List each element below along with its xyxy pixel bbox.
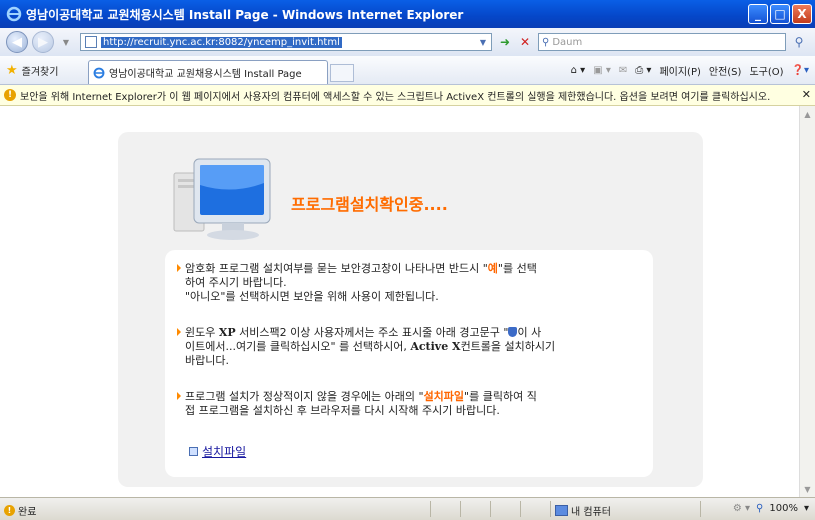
- stop-button-icon[interactable]: ✕: [516, 33, 534, 51]
- back-button[interactable]: ◀: [6, 31, 28, 53]
- maximize-button[interactable]: □: [770, 4, 790, 24]
- warning-shield-icon: !: [4, 89, 16, 101]
- feeds-icon[interactable]: ▣ ▾: [593, 65, 611, 76]
- scroll-down-icon[interactable]: ▼: [800, 481, 815, 497]
- install-panel: 프로그램설치확인중.... 암호화 프로그램 설치여부를 묻는 보안경고창이 나…: [118, 132, 703, 487]
- zoom-icon: ⚲: [756, 503, 764, 514]
- bullet-icon: [177, 264, 181, 272]
- notice-2-line-3: 바랍니다.: [185, 354, 229, 367]
- search-icon: ⚲: [542, 36, 550, 48]
- window-titlebar[interactable]: 영남이공대학교 교원채용시스템 Install Page - Windows I…: [0, 0, 815, 28]
- notice-1-text-b: "를 선택: [497, 262, 537, 275]
- new-tab-button[interactable]: [330, 64, 354, 82]
- page-menu[interactable]: 페이지(P): [659, 63, 700, 78]
- notice-2-text-c: 이 사: [517, 326, 542, 339]
- notice-2-xp: XP: [218, 326, 236, 339]
- page-content: 프로그램설치확인중.... 암호화 프로그램 설치여부를 묻는 보안경고창이 나…: [0, 106, 799, 497]
- warning-icon: !: [4, 505, 15, 516]
- help-icon[interactable]: ❓▾: [792, 65, 809, 76]
- install-status-heading: 프로그램설치확인중....: [291, 195, 448, 214]
- status-done-text: 완료: [18, 507, 37, 518]
- notice-1-text-a: 암호화 프로그램 설치여부를 묻는 보안경고창이 나타나면 반드시 ": [185, 262, 488, 275]
- tab-title: 영남이공대학교 교원채용시스템 Install Page: [109, 69, 302, 80]
- info-bar-message[interactable]: 보안을 위해 Internet Explorer가 이 웹 페이지에서 사용자의…: [20, 88, 770, 103]
- favorites-label: 즐겨찾기: [21, 67, 59, 78]
- notice-3-line-2: 접 프로그램을 설치하신 후 브라우저를 다시 시작해 주시기 바랍니다.: [185, 404, 500, 417]
- search-placeholder: Daum: [552, 36, 583, 48]
- minimize-button[interactable]: _: [748, 4, 768, 24]
- url-field[interactable]: http://recruit.ync.ac.kr:8082/yncemp_inv…: [80, 33, 492, 51]
- notice-1-highlight: 예: [487, 262, 498, 275]
- notice-box: 암호화 프로그램 설치여부를 묻는 보안경고창이 나타나면 반드시 "예"를 선…: [165, 250, 653, 477]
- zoom-control[interactable]: ⚙ ▾ ⚲ 100% ▾: [733, 503, 809, 514]
- security-zone-text: 내 컴퓨터: [571, 507, 611, 518]
- computer-icon: [555, 505, 568, 516]
- install-file-link[interactable]: 설치파일: [189, 443, 246, 460]
- notice-2-activex: Active X: [410, 340, 461, 353]
- url-text[interactable]: http://recruit.ync.ac.kr:8082/yncemp_inv…: [101, 36, 342, 48]
- notice-2-text-d: 이트에서...여기를 클릭하십시오" 를 선택하시어,: [185, 340, 411, 353]
- bullet-icon: [177, 392, 181, 400]
- search-button-icon[interactable]: ⚲: [790, 33, 808, 51]
- safety-menu[interactable]: 안전(S): [709, 63, 742, 78]
- bullet-icon: [177, 328, 181, 336]
- status-bar: ! 완료 내 컴퓨터 ⚙ ▾ ⚲ 100% ▾: [0, 497, 815, 520]
- vertical-scrollbar[interactable]: ▲ ▼: [799, 106, 815, 497]
- close-icon[interactable]: ✕: [802, 88, 811, 101]
- tab-current-page[interactable]: 영남이공대학교 교원채용시스템 Install Page: [88, 60, 328, 84]
- star-icon: ★: [6, 63, 18, 78]
- close-button[interactable]: X: [792, 4, 812, 24]
- address-bar: ◀ ▶ ▼ http://recruit.ync.ac.kr:8082/ynce…: [0, 28, 815, 57]
- security-info-bar[interactable]: ! 보안을 위해 Internet Explorer가 이 웹 페이지에서 사용…: [0, 85, 815, 106]
- tools-menu[interactable]: 도구(O): [749, 63, 783, 78]
- favorites-bar: ★ 즐겨찾기 영남이공대학교 교원채용시스템 Install Page ⌂ ▾ …: [0, 56, 815, 85]
- print-icon[interactable]: ⎙ ▾: [635, 65, 651, 76]
- search-input[interactable]: ⚲ Daum: [538, 33, 786, 51]
- security-zone[interactable]: 내 컴퓨터: [555, 503, 611, 518]
- computer-monitor-icon: [173, 158, 271, 240]
- notice-2-text-a: 윈도우: [185, 326, 219, 339]
- zoom-dropdown-icon[interactable]: ▾: [804, 503, 809, 514]
- file-icon: [189, 447, 198, 456]
- notice-2-text-e: 컨트롤을 설치하시기: [460, 340, 556, 353]
- command-bar: ⌂ ▾ ▣ ▾ ✉ ⎙ ▾ 페이지(P) 안전(S) 도구(O) ❓▾: [571, 63, 809, 78]
- address-dropdown-icon[interactable]: ▼: [474, 33, 492, 51]
- protected-mode-icon[interactable]: ⚙ ▾: [733, 503, 750, 514]
- notice-item-2: 윈도우 XP 서비스팩2 이상 사용자께서는 주소 표시줄 아래 경고문구 " 이…: [177, 326, 647, 368]
- page-icon: [85, 36, 97, 48]
- install-file-link-text[interactable]: 설치파일: [202, 443, 246, 460]
- window-title: 영남이공대학교 교원채용시스템 Install Page - Windows I…: [26, 7, 464, 22]
- notice-1-line-3: "아니오"를 선택하시면 보안을 위해 사용이 제한됩니다.: [185, 290, 439, 303]
- notice-3-highlight: 설치파일: [423, 390, 465, 403]
- ie-tab-icon: [93, 67, 105, 78]
- status-done: ! 완료: [4, 503, 36, 518]
- ie-logo-icon: [6, 6, 22, 22]
- notice-3-text-b: "를 클릭하여 직: [464, 390, 537, 403]
- notice-2-text-b: 서비스팩2 이상 사용자께서는 주소 표시줄 아래 경고문구 ": [235, 326, 509, 339]
- notice-1-line-2: 하여 주시기 바랍니다.: [185, 276, 287, 289]
- scroll-up-icon[interactable]: ▲: [800, 106, 815, 122]
- zoom-level[interactable]: 100%: [769, 503, 798, 514]
- notice-item-1: 암호화 프로그램 설치여부를 묻는 보안경고창이 나타나면 반드시 "예"를 선…: [177, 262, 647, 304]
- home-icon[interactable]: ⌂ ▾: [571, 65, 586, 76]
- notice-item-3: 프로그램 설치가 정상적이지 않을 경우에는 아래의 "설치파일"를 클릭하여 …: [177, 390, 647, 418]
- go-button-icon[interactable]: ➜: [496, 33, 514, 51]
- favorites-button[interactable]: ★ 즐겨찾기: [6, 63, 58, 78]
- mail-icon[interactable]: ✉: [619, 65, 627, 76]
- recent-pages-dropdown-icon[interactable]: ▼: [57, 33, 75, 51]
- notice-3-text-a: 프로그램 설치가 정상적이지 않을 경우에는 아래의 ": [185, 390, 424, 403]
- forward-button[interactable]: ▶: [32, 31, 54, 53]
